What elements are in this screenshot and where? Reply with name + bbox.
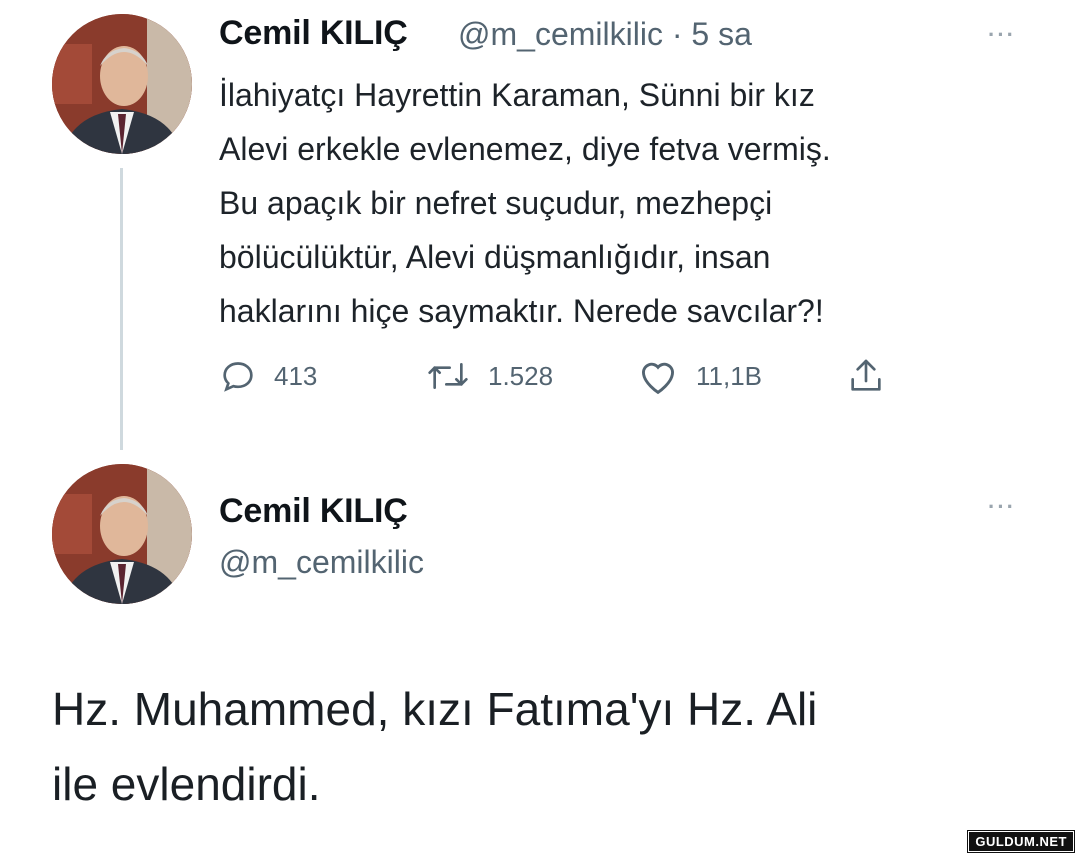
share-button[interactable] [846,356,886,396]
more-options-icon[interactable]: ··· [988,22,1016,48]
reply-count: 413 [274,360,318,391]
author-name[interactable]: Cemil KILIÇ [219,14,408,53]
handle-text: @m_cemilkilic [458,16,663,52]
profile-photo [52,464,192,604]
author-name[interactable]: Cemil KILIÇ [219,492,408,531]
retweet-count: 1.528 [488,360,554,391]
tweet-time[interactable]: 5 sa [691,16,751,52]
reply-icon [218,356,258,396]
tweet-text: İlahiyatçı Hayrettin Karaman, Sünni bir … [219,77,831,329]
author-avatar[interactable] [52,14,192,154]
reply-button[interactable]: 413 [218,356,317,396]
author-handle[interactable]: @m_cemilkilic · 5 sa [458,16,752,53]
like-count: 11,1B [696,360,763,391]
more-options-icon[interactable]: ··· [988,494,1016,520]
thread-connector-line [120,168,123,450]
site-watermark: GULDUM.NET [968,831,1074,852]
like-icon [636,356,680,396]
share-icon [846,356,886,396]
author-handle[interactable]: @m_cemilkilic [219,544,424,581]
retweet-icon [424,356,472,396]
separator-dot: · [671,16,683,52]
like-button[interactable]: 11,1B [636,356,762,396]
retweet-button[interactable]: 1.528 [424,356,553,396]
profile-photo [52,14,192,154]
author-avatar[interactable] [52,464,192,604]
tweet-text: Hz. Muhammed, kızı Fatıma'yı Hz. Ali ile… [52,683,818,810]
